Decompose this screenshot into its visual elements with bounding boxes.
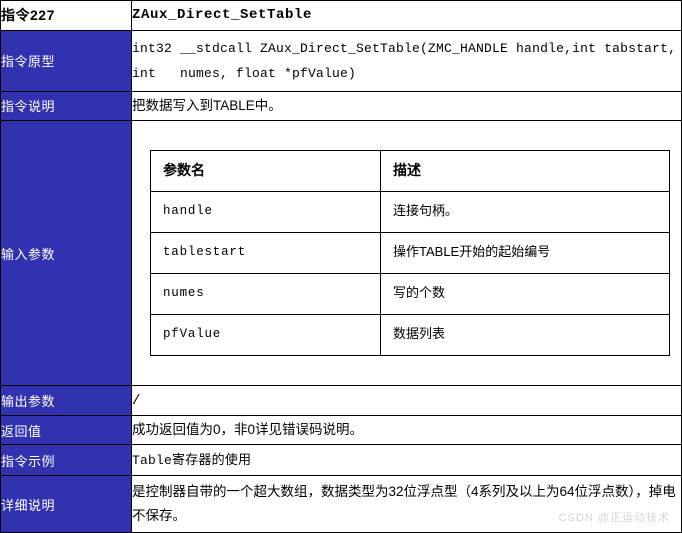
table-row-return-value: 返回值 成功返回值为0，非0详见错误码说明。: [0, 415, 682, 446]
table-row-header: 指令227 ZAux_Direct_SetTable: [0, 0, 682, 31]
prototype-value-cell: int32 __stdcall ZAux_Direct_SetTable(ZMC…: [131, 29, 682, 92]
example-label: 指令示例: [0, 444, 132, 477]
parameter-table: 参数名 描述 handle 连接句柄。 tablestart 操作TABLE开始…: [150, 149, 670, 356]
prototype-label: 指令原型: [0, 29, 132, 92]
prototype-value: int32 __stdcall ZAux_Direct_SetTable(ZMC…: [132, 40, 677, 81]
table-row: tablestart 操作TABLE开始的起始编号: [150, 231, 670, 274]
input-params-label: 输入参数: [0, 119, 132, 387]
table-row-example: 指令示例 Table寄存器的使用: [0, 444, 682, 477]
parameter-table-header-row: 参数名 描述: [150, 149, 670, 192]
instruction-reference-table: 指令227 ZAux_Direct_SetTable 指令原型 int32 __…: [0, 0, 682, 533]
parameter-name: numes: [150, 272, 381, 315]
table-row: handle 连接句柄。: [150, 190, 670, 233]
table-row-detail: 详细说明 是控制器自带的一个超大数组，数据类型为32位浮点型（4系列及以上为64…: [0, 475, 682, 533]
output-params-label: 输出参数: [0, 385, 132, 417]
parameter-name: handle: [150, 190, 381, 233]
input-params-value-cell: 参数名 描述 handle 连接句柄。 tablestart 操作TABLE开始…: [131, 119, 682, 387]
description-value: 把数据写入到TABLE中。: [131, 90, 682, 121]
example-value: Table寄存器的使用: [132, 452, 252, 468]
table-row: pfValue 数据列表: [150, 313, 670, 356]
table-row-prototype: 指令原型 int32 __stdcall ZAux_Direct_SetTabl…: [0, 29, 682, 92]
detail-label: 详细说明: [0, 475, 132, 533]
table-row: numes 写的个数: [150, 272, 670, 315]
detail-value: 是控制器自带的一个超大数组，数据类型为32位浮点型（4系列及以上为64位浮点数）…: [131, 475, 682, 533]
example-value-cell: Table寄存器的使用: [131, 444, 682, 477]
parameter-desc: 连接句柄。: [380, 190, 670, 233]
parameter-desc: 操作TABLE开始的起始编号: [380, 231, 670, 274]
table-row-output-params: 输出参数 /: [0, 385, 682, 417]
parameter-desc: 写的个数: [380, 272, 670, 315]
output-params-value: /: [131, 385, 682, 417]
description-label: 指令说明: [0, 90, 132, 121]
parameter-desc-header: 描述: [380, 149, 670, 192]
table-row-description: 指令说明 把数据写入到TABLE中。: [0, 90, 682, 121]
return-value-label: 返回值: [0, 415, 132, 446]
instruction-index-label: 指令227: [0, 0, 132, 31]
table-row-input-params: 输入参数 参数名 描述 handle 连接句柄。 tablestart 操作TA…: [0, 119, 682, 387]
parameter-desc: 数据列表: [380, 313, 670, 356]
parameter-name: tablestart: [150, 231, 381, 274]
parameter-name-header: 参数名: [150, 149, 381, 192]
function-name-value: ZAux_Direct_SetTable: [131, 0, 682, 31]
return-value-value: 成功返回值为0，非0详见错误码说明。: [131, 415, 682, 446]
parameter-name: pfValue: [150, 313, 381, 356]
